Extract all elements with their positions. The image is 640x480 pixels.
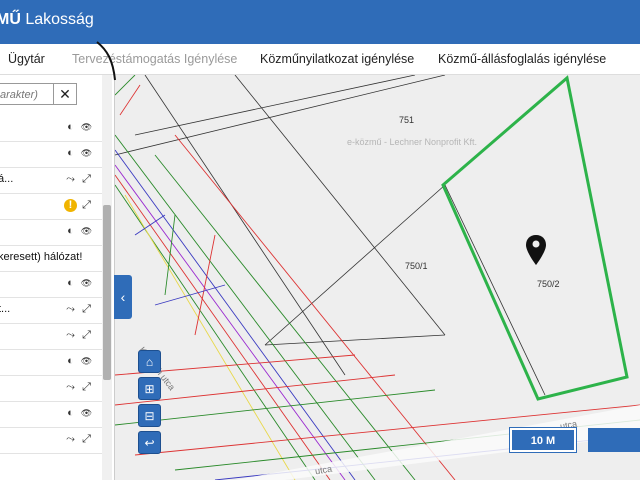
contrast-icon[interactable]: ◐ bbox=[64, 277, 77, 290]
back-button[interactable]: ↩ bbox=[138, 431, 161, 454]
contrast-icon[interactable]: ◐ bbox=[64, 147, 77, 160]
eye-icon[interactable]: 👁 bbox=[80, 225, 93, 238]
expand-icon[interactable]: ⤢ bbox=[80, 303, 93, 316]
zoom-in-button[interactable]: ⊞ bbox=[138, 377, 161, 400]
contrast-icon[interactable]: ◐ bbox=[64, 355, 77, 368]
layer-row[interactable]: ⤳ ⤢ bbox=[0, 375, 102, 402]
share-icon[interactable]: ⤳ bbox=[64, 173, 77, 186]
app-header: MŰ Lakosság bbox=[0, 0, 640, 44]
zoom-out-button[interactable]: ⊟ bbox=[138, 404, 161, 427]
layer-row[interactable]: ⤳ ⤢ bbox=[0, 323, 102, 350]
app-title: MŰ Lakosság bbox=[0, 11, 94, 28]
share-icon[interactable]: ⤳ bbox=[64, 381, 77, 394]
warning-icon[interactable]: ! bbox=[64, 199, 77, 212]
eye-icon[interactable]: 👁 bbox=[80, 407, 93, 420]
nav-item-kozmu-allasfoglalas[interactable]: Közmű-állásfoglalás igénylése bbox=[438, 52, 606, 66]
layer-row[interactable]: ◐ 👁 bbox=[0, 219, 102, 246]
layer-row[interactable]: ◐ 👁 bbox=[0, 271, 102, 298]
nav-item-kozmunyilatkozat[interactable]: Közműnyilatkozat igénylése bbox=[260, 52, 414, 66]
layer-row[interactable]: á... ⤳⤢ bbox=[0, 167, 102, 194]
map-lines bbox=[115, 75, 640, 480]
layer-row[interactable]: ◐ 👁 bbox=[0, 115, 102, 142]
layer-row[interactable]: t... ⤳⤢ bbox=[0, 297, 102, 324]
share-icon[interactable]: ⤳ bbox=[64, 303, 77, 316]
parcel-label-750-2: 750/2 bbox=[537, 279, 560, 289]
contrast-icon[interactable]: ◐ bbox=[64, 225, 77, 238]
expand-icon[interactable]: ⤢ bbox=[80, 329, 93, 342]
eye-icon[interactable]: 👁 bbox=[80, 277, 93, 290]
share-icon[interactable]: ⤳ bbox=[64, 329, 77, 342]
clear-search-button[interactable]: ✕ bbox=[53, 83, 77, 105]
layer-row-label: á... bbox=[0, 173, 14, 185]
parcel-label-751: 751 bbox=[399, 115, 415, 125]
parcel-label-750-1: 750/1 bbox=[405, 261, 428, 271]
eye-icon[interactable]: 👁 bbox=[80, 147, 93, 160]
secondary-map-control[interactable] bbox=[588, 428, 640, 452]
nav-item-ugytar[interactable]: Ügytár bbox=[8, 52, 45, 66]
collapse-sidebar-button[interactable]: ‹ bbox=[114, 275, 132, 319]
home-button[interactable]: ⌂ bbox=[138, 350, 161, 373]
location-pin-icon bbox=[526, 235, 546, 265]
share-icon[interactable]: ⤳ bbox=[64, 433, 77, 446]
cursor-stroke bbox=[96, 41, 116, 81]
eye-icon[interactable]: 👁 bbox=[80, 121, 93, 134]
contrast-icon[interactable]: ◐ bbox=[64, 407, 77, 420]
layer-row-label: keresett) hálózat! bbox=[0, 251, 83, 263]
scale-indicator: 10 M bbox=[509, 427, 577, 453]
layer-row-label: t... bbox=[0, 303, 11, 315]
layer-row[interactable]: keresett) hálózat! bbox=[0, 245, 102, 272]
layer-row[interactable]: ⤳ ⤢ bbox=[0, 427, 102, 454]
layer-row[interactable]: ◐ 👁 bbox=[0, 349, 102, 376]
eye-icon[interactable]: 👁 bbox=[80, 355, 93, 368]
expand-icon[interactable]: ⤢ bbox=[80, 173, 93, 186]
layer-sidebar: arakter) ✕ ◐👁◐👁á...⤳⤢!⤢◐👁keresett) hálóz… bbox=[0, 75, 115, 480]
layer-row[interactable]: ! ⤢ bbox=[0, 193, 102, 220]
expand-icon[interactable]: ⤢ bbox=[80, 433, 93, 446]
expand-icon[interactable]: ⤢ bbox=[80, 199, 93, 212]
layer-row[interactable]: ◐ 👁 bbox=[0, 141, 102, 168]
map-canvas[interactable]: 751 750/1 750/2 e-közmű - Lechner Nonpro… bbox=[115, 75, 640, 480]
layer-row[interactable]: ◐ 👁 bbox=[0, 401, 102, 428]
expand-icon[interactable]: ⤢ bbox=[80, 381, 93, 394]
map-watermark: e-közmű - Lechner Nonprofit Kft. bbox=[347, 137, 478, 147]
sidebar-scroll-thumb[interactable] bbox=[103, 205, 111, 380]
contrast-icon[interactable]: ◐ bbox=[64, 121, 77, 134]
